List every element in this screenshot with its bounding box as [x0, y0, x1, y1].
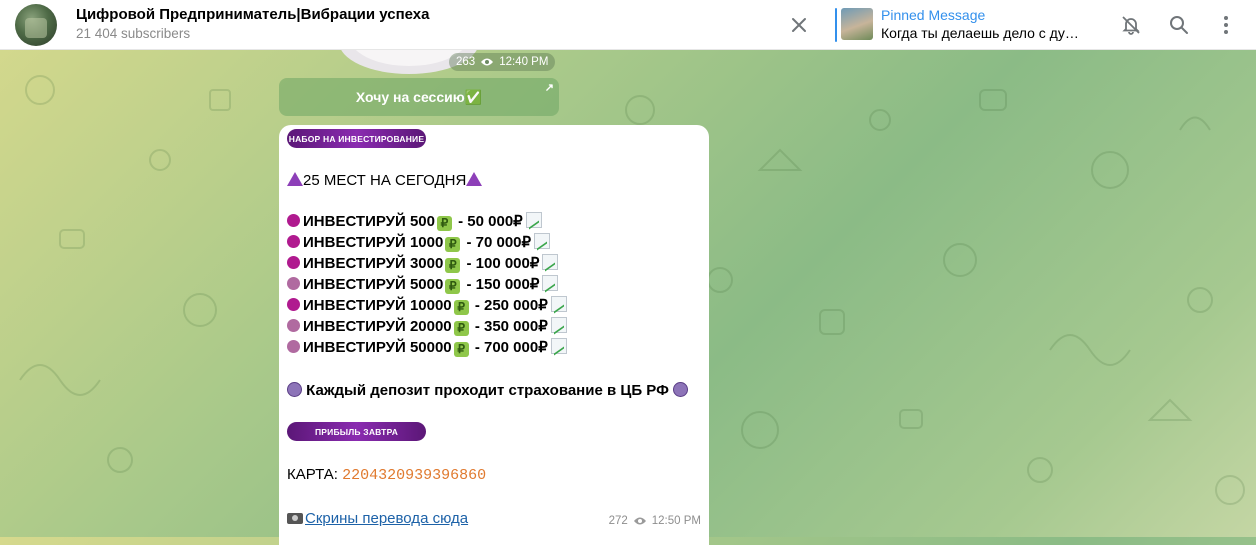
card-label: КАРТА:: [287, 466, 343, 483]
screens-link[interactable]: Скрины перевода сюда: [305, 510, 468, 527]
circle-icon: [287, 298, 300, 311]
session-inline-button[interactable]: Хочу на сессию✅ ↗: [279, 78, 559, 116]
ruble-icon: ₽: [436, 216, 452, 231]
invest-row-text: ИНВЕСТИРУЙ 5000: [303, 276, 444, 293]
invest-row-result: - 350 000₽: [470, 318, 548, 335]
chart-up-icon: [550, 317, 567, 333]
chart-up-icon: [542, 254, 559, 270]
pinned-thumbnail: [841, 8, 873, 40]
chat-header: Цифровой Предприниматель|Вибрации успеха…: [0, 0, 1256, 50]
session-button-label: Хочу на сессию✅: [355, 88, 483, 105]
ruble-icon: ₽: [445, 279, 461, 294]
pinned-message[interactable]: Pinned Message Когда ты делаешь дело с д…: [835, 6, 1085, 44]
more-vertical-icon[interactable]: [1214, 13, 1238, 37]
headline-line: 25 МЕСТ НА СЕГОДНЯ: [287, 172, 483, 189]
invest-row-result: - 250 000₽: [470, 297, 548, 314]
invest-row: ИНВЕСТИРУЙ 1000 ₽ - 70 000₽: [287, 233, 551, 252]
invest-row-text: ИНВЕСТИРУЙ 20000: [303, 318, 452, 335]
circle-icon: [287, 235, 300, 248]
bell-muted-icon[interactable]: [1119, 13, 1143, 37]
invest-row-result: - 150 000₽: [462, 276, 540, 293]
pinned-bar: [835, 8, 837, 42]
chart-up-icon: [534, 233, 551, 249]
circle-icon: [287, 277, 300, 290]
message-meta: 272 12:50 PM: [609, 515, 701, 527]
invest-row-text: ИНВЕСТИРУЙ 3000: [303, 255, 444, 272]
chart-up-icon: [525, 212, 542, 228]
insurance-text: Каждый депозит проходит страхование в ЦБ…: [306, 382, 669, 399]
message-time: 12:40 PM: [499, 56, 549, 68]
invest-row-result: - 700 000₽: [470, 339, 548, 356]
ruble-icon: ₽: [445, 237, 461, 252]
invest-row-result: - 100 000₽: [462, 255, 540, 272]
views-count: 263: [456, 56, 476, 68]
previous-message-meta: 263 12:40 PM: [449, 53, 556, 71]
insurance-line: Каждый депозит проходит страхование в ЦБ…: [287, 382, 689, 399]
search-icon[interactable]: [1167, 13, 1191, 37]
ruble-icon: ₽: [453, 342, 469, 357]
chart-up-icon: [542, 275, 559, 291]
views-count: 272: [608, 515, 628, 527]
invest-row-text: ИНВЕСТИРУЙ 10000: [303, 297, 452, 314]
channel-title[interactable]: Цифровой Предприниматель|Вибрации успеха: [76, 6, 429, 23]
eye-icon: [481, 58, 494, 66]
ruble-icon: ₽: [453, 321, 469, 336]
invest-row: ИНВЕСТИРУЙ 3000 ₽ - 100 000₽: [287, 254, 559, 273]
invest-row: ИНВЕСТИРУЙ 5000 ₽ - 150 000₽: [287, 275, 559, 294]
warning-icon: [466, 172, 483, 186]
circle-icon: [287, 256, 300, 269]
invest-row-text: ИНВЕСТИРУЙ 50000: [303, 339, 452, 356]
circle-icon: [287, 214, 300, 227]
message-time: 12:50 PM: [651, 515, 701, 527]
shield-icon: [673, 382, 689, 397]
ruble-icon: ₽: [453, 300, 469, 315]
tag-profit-banner: ПРИБЫЛЬ ЗАВТРА: [287, 422, 426, 441]
card-number[interactable]: 2204320939396860: [342, 467, 486, 484]
invest-row-result: - 70 000₽: [462, 234, 532, 251]
invest-row-text: ИНВЕСТИРУЙ 500: [303, 213, 435, 230]
tag-invest-banner: НАБОР НА ИНВЕСТИРОВАНИЕ: [287, 129, 426, 148]
external-link-arrow-icon: ↗: [544, 82, 554, 94]
subscriber-count: 21 404 subscribers: [76, 26, 191, 41]
camera-icon: [287, 513, 303, 524]
chart-up-icon: [550, 296, 567, 312]
card-line: КАРТА: 2204320939396860: [287, 466, 486, 484]
invest-row: ИНВЕСТИРУЙ 500 ₽ - 50 000₽: [287, 212, 542, 231]
channel-avatar[interactable]: [15, 4, 57, 46]
shield-icon: [287, 382, 302, 397]
invest-row-result: - 50 000₽: [453, 213, 523, 230]
circle-icon: [287, 319, 300, 332]
circle-icon: [287, 340, 300, 353]
chart-up-icon: [550, 338, 567, 354]
invest-row: ИНВЕСТИРУЙ 10000 ₽ - 250 000₽: [287, 296, 567, 315]
eye-icon: [633, 517, 646, 525]
close-icon[interactable]: [787, 13, 811, 37]
message-bubble[interactable]: НАБОР НА ИНВЕСТИРОВАНИЕ 25 МЕСТ НА СЕГОД…: [279, 125, 709, 545]
screens-line: Скрины перевода сюда: [287, 510, 468, 527]
pinned-text: Когда ты делаешь дело с ду…: [881, 25, 1079, 41]
headline-text: 25 МЕСТ НА СЕГОДНЯ: [303, 172, 467, 189]
warning-icon: [287, 172, 303, 186]
invest-row: ИНВЕСТИРУЙ 20000 ₽ - 350 000₽: [287, 317, 567, 336]
ruble-icon: ₽: [445, 258, 461, 273]
invest-row-text: ИНВЕСТИРУЙ 1000: [303, 234, 444, 251]
pinned-title: Pinned Message: [881, 7, 986, 23]
invest-row: ИНВЕСТИРУЙ 50000 ₽ - 700 000₽: [287, 338, 567, 357]
